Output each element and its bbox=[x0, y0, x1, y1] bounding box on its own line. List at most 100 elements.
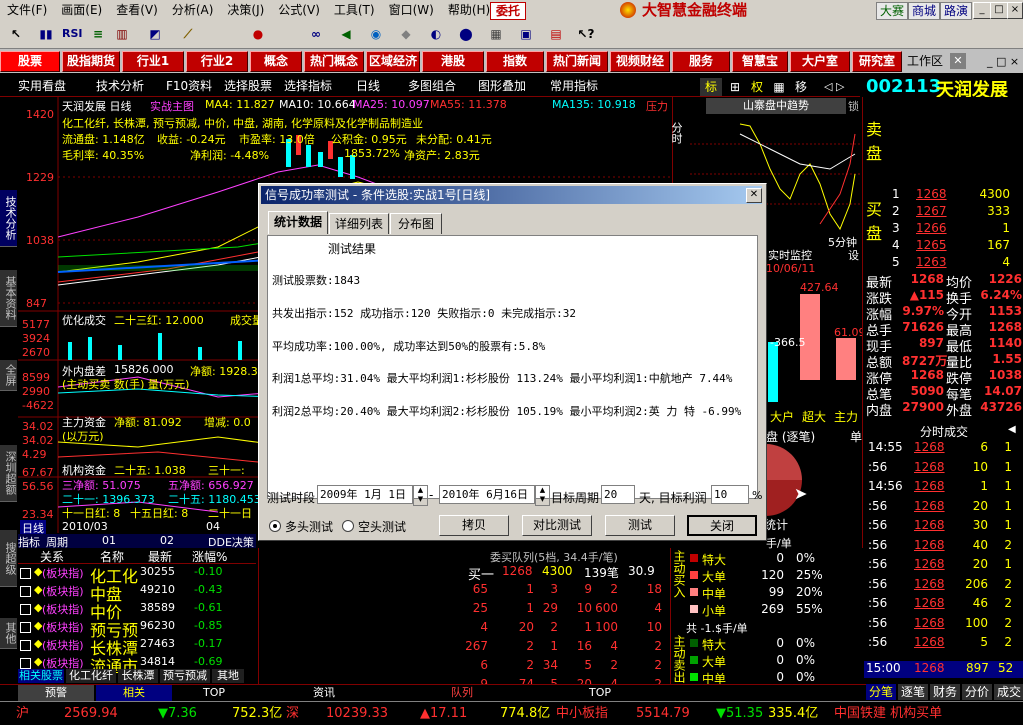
window-icon[interactable]: ▣ bbox=[516, 24, 536, 44]
category-button-14[interactable]: 研究室 bbox=[852, 51, 902, 72]
lines-icon[interactable]: ≡ bbox=[88, 24, 108, 44]
sub-common-indicator[interactable]: 常用指标 bbox=[550, 76, 598, 96]
category-button-4[interactable]: 概念 bbox=[250, 51, 302, 72]
globe-icon[interactable]: ◉ bbox=[366, 24, 386, 44]
row-checkbox[interactable] bbox=[20, 604, 31, 615]
close-dialog-button[interactable]: 关闭 bbox=[687, 515, 757, 536]
menu-window[interactable]: 窗口(W) bbox=[382, 0, 441, 20]
row-checkbox[interactable] bbox=[20, 586, 31, 597]
table-row[interactable]: ◆ (板块指) 中盘 49210 -0.43 bbox=[18, 583, 256, 604]
th-relation[interactable]: 关系 bbox=[40, 548, 64, 565]
row-checkbox[interactable] bbox=[20, 658, 31, 669]
intraday-set[interactable]: 设 bbox=[848, 247, 859, 263]
radio-short-label[interactable]: 空头测试 bbox=[358, 518, 406, 535]
menu-view[interactable]: 查看(V) bbox=[109, 0, 165, 20]
sub-daily[interactable]: 日线 bbox=[356, 76, 380, 96]
date-from-input[interactable]: 2009年 1月 1日 bbox=[317, 485, 413, 504]
row-checkbox[interactable] bbox=[20, 640, 31, 651]
category-button-6[interactable]: 区域经济 bbox=[366, 51, 420, 72]
minimize-button[interactable]: _ bbox=[973, 2, 991, 19]
target-profit-input[interactable]: 10 bbox=[711, 485, 749, 504]
tab-details[interactable]: 详细列表 bbox=[329, 213, 389, 234]
cursor-icon[interactable]: ↖ bbox=[6, 24, 26, 44]
ruler-icon[interactable]: ⟋ bbox=[178, 24, 198, 44]
quote-tab-2[interactable]: 财务 bbox=[930, 684, 960, 700]
category-button-3[interactable]: 行业2 bbox=[186, 51, 248, 72]
date-to-input[interactable]: 2010年 6月16日 bbox=[439, 485, 535, 504]
table-row[interactable]: ◆ (板块指) 化工化 30255 -0.10 bbox=[18, 565, 256, 586]
diamond-icon[interactable]: ◆ bbox=[396, 24, 416, 44]
target-period-input[interactable]: 20 bbox=[601, 485, 635, 504]
colors-icon[interactable]: ● bbox=[248, 24, 268, 44]
tab-alert[interactable]: 预警 bbox=[18, 685, 94, 701]
buy-level-price[interactable]: 1266 bbox=[916, 221, 947, 235]
crosshair-icon[interactable]: ⊞ bbox=[726, 78, 744, 96]
arrow-left-icon[interactable]: ◁ ▷ bbox=[824, 80, 844, 93]
rsi-icon[interactable]: RSI bbox=[62, 24, 83, 44]
date-to-spin[interactable]: ▲ ▼ bbox=[535, 485, 550, 506]
tab-top-left[interactable]: TOP bbox=[174, 685, 254, 701]
tab-distribution[interactable]: 分布图 bbox=[390, 213, 442, 234]
calendar-icon[interactable]: ▤ bbox=[546, 24, 566, 44]
ticks-scroll-icon[interactable]: ◀ bbox=[1008, 424, 1016, 435]
dialog-title[interactable]: 信号成功率测试 - 条件选股:实战1号[日线] bbox=[261, 186, 762, 204]
category-button-5[interactable]: 热门概念 bbox=[304, 51, 364, 72]
radio-long[interactable] bbox=[269, 520, 281, 532]
link-mall[interactable]: 商城 bbox=[908, 2, 940, 20]
category-button-8[interactable]: 指数 bbox=[486, 51, 544, 72]
board-single[interactable]: 单 bbox=[850, 428, 862, 445]
vtab-fullscreen[interactable]: 全屏 bbox=[0, 360, 17, 391]
buy-level-price[interactable]: 1267 bbox=[916, 204, 947, 218]
panel-close-icon[interactable]: _ □ × bbox=[987, 55, 1019, 68]
speaker-icon[interactable]: ◀ bbox=[336, 24, 356, 44]
entrust-button[interactable]: 委托 bbox=[490, 2, 526, 20]
right-tab-move[interactable]: 移 bbox=[790, 78, 812, 96]
test-button[interactable]: 测试 bbox=[605, 515, 675, 536]
category-button-13[interactable]: 大户室 bbox=[790, 51, 850, 72]
circle-icon[interactable]: ◐ bbox=[426, 24, 446, 44]
compare-test-button[interactable]: 对比测试 bbox=[522, 515, 592, 536]
category-button-12[interactable]: 智慧宝 bbox=[732, 51, 788, 72]
table-row[interactable]: ◆ (板块指) 长株潭 27463 -0.17 bbox=[18, 637, 256, 658]
vtab-super[interactable]: 搜超级 bbox=[0, 530, 17, 587]
right-tab-weight[interactable]: 权 bbox=[746, 78, 768, 96]
news-ticker[interactable]: 中国铁建 机构买单 bbox=[834, 704, 942, 724]
menu-analysis[interactable]: 分析(A) bbox=[165, 0, 221, 20]
ball-icon[interactable]: ⬤ bbox=[456, 24, 476, 44]
sub-technical[interactable]: 技术分析 bbox=[96, 76, 144, 96]
category-button-2[interactable]: 行业1 bbox=[122, 51, 184, 72]
sub-f10[interactable]: F10资料 bbox=[166, 76, 212, 96]
menu-screen[interactable]: 画面(E) bbox=[54, 0, 109, 20]
table-row[interactable]: ◆ (板块指) 中价 38589 -0.61 bbox=[18, 601, 256, 622]
sme-label[interactable]: 中小板指 bbox=[556, 704, 608, 724]
sub-practical[interactable]: 实用看盘 bbox=[18, 76, 66, 96]
category-button-0[interactable]: 股票 bbox=[0, 51, 60, 72]
th-latest[interactable]: 最新 bbox=[148, 548, 172, 565]
quote-tab-0[interactable]: 分笔 bbox=[866, 684, 896, 700]
date-from-spin[interactable]: ▲ ▼ bbox=[413, 485, 428, 506]
menu-help[interactable]: 帮助(H) bbox=[441, 0, 497, 20]
category-button-10[interactable]: 视频财经 bbox=[610, 51, 670, 72]
vtab-basic[interactable]: 基本资料 bbox=[0, 270, 17, 327]
buy-level-price[interactable]: 1263 bbox=[916, 255, 947, 269]
sub-tab-3[interactable]: 预亏预减 bbox=[160, 669, 210, 683]
sub-tab-2[interactable]: 长株潭 bbox=[118, 669, 158, 683]
table-row[interactable]: ◆ (板块指) 预亏预 96230 -0.85 bbox=[18, 619, 256, 640]
th-change[interactable]: 涨幅% bbox=[192, 548, 227, 565]
menu-decision[interactable]: 决策(J) bbox=[220, 0, 271, 20]
vtab-shenzhen[interactable]: 深圳超额 bbox=[0, 445, 17, 502]
tab-queue[interactable]: 队列 bbox=[394, 685, 530, 701]
menu-formula[interactable]: 公式(V) bbox=[271, 0, 327, 20]
tab-top-right[interactable]: TOP bbox=[534, 685, 666, 701]
menu-tools[interactable]: 工具(T) bbox=[327, 0, 382, 20]
tab-related[interactable]: 相关 bbox=[96, 685, 172, 701]
sub-select-indicator[interactable]: 选择指标 bbox=[284, 76, 332, 96]
close-button[interactable]: × bbox=[1007, 2, 1023, 19]
radio-long-label[interactable]: 多头测试 bbox=[285, 518, 333, 535]
chart-icon[interactable]: ◩ bbox=[145, 24, 165, 44]
right-tab-mark[interactable]: 标 bbox=[700, 78, 722, 96]
row-checkbox[interactable] bbox=[20, 622, 31, 633]
sub-multi-chart[interactable]: 多图组合 bbox=[408, 76, 456, 96]
sub-tab-0[interactable]: 相关股票 bbox=[18, 669, 64, 683]
buy-level-price[interactable]: 1265 bbox=[916, 238, 947, 252]
